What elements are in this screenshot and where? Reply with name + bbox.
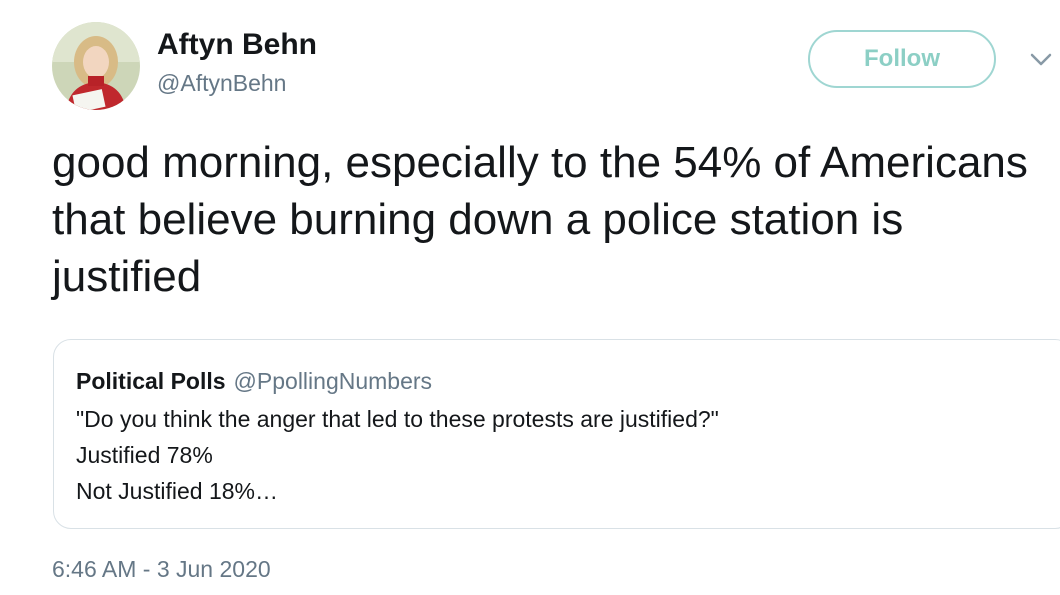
quoted-tweet-line: "Do you think the anger that led to thes… [76,406,719,432]
author-avatar[interactable] [52,22,140,110]
quoted-tweet-line: Not Justified 18%… [76,478,278,504]
quoted-tweet-line: Justified 78% [76,442,213,468]
author-name[interactable]: Aftyn Behn [157,28,317,62]
avatar-photo-icon [52,22,140,110]
tweet-timestamp[interactable]: 6:46 AM - 3 Jun 2020 [52,556,271,583]
quoted-author-handle: @PpollingNumbers [233,368,433,394]
quoted-tweet[interactable]: Political Polls @PpollingNumbers "Do you … [53,339,1060,529]
tweet-card: Aftyn Behn @AftynBehn Follow good mornin… [0,0,1060,595]
follow-button[interactable]: Follow [808,30,996,88]
quoted-author-name: Political Polls [76,368,226,394]
quoted-tweet-header: Political Polls @PpollingNumbers [76,368,432,395]
tweet-text: good morning, especially to the 54% of A… [52,138,1028,301]
chevron-down-icon[interactable] [1028,50,1054,70]
author-handle[interactable]: @AftynBehn [157,70,286,97]
